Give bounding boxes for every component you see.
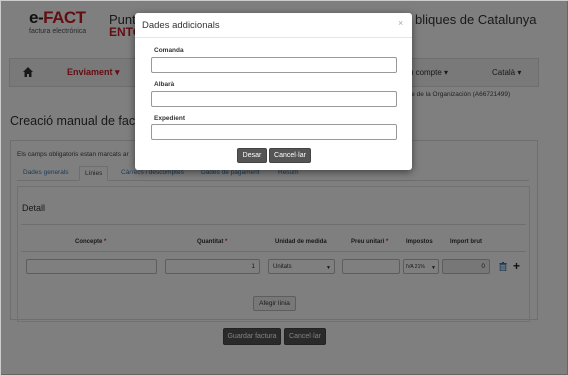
modal-cancel-button[interactable]: Cancel·lar: [269, 148, 311, 163]
additional-data-modal: Dades addicionals × Comanda Albarà Exped…: [135, 13, 412, 170]
albara-input[interactable]: [151, 91, 397, 107]
modal-title: Dades addicionals: [142, 20, 220, 31]
albara-label: Albarà: [154, 81, 175, 88]
expedient-label: Expedient: [154, 115, 186, 122]
modal-save-button[interactable]: Desar: [237, 148, 267, 163]
divider: [135, 37, 412, 38]
expedient-input[interactable]: [151, 124, 397, 140]
comanda-input[interactable]: [151, 57, 397, 73]
page: e-FACT factura electrónica Punt General …: [0, 0, 568, 375]
close-icon[interactable]: ×: [398, 18, 403, 28]
comanda-label: Comanda: [154, 47, 184, 54]
